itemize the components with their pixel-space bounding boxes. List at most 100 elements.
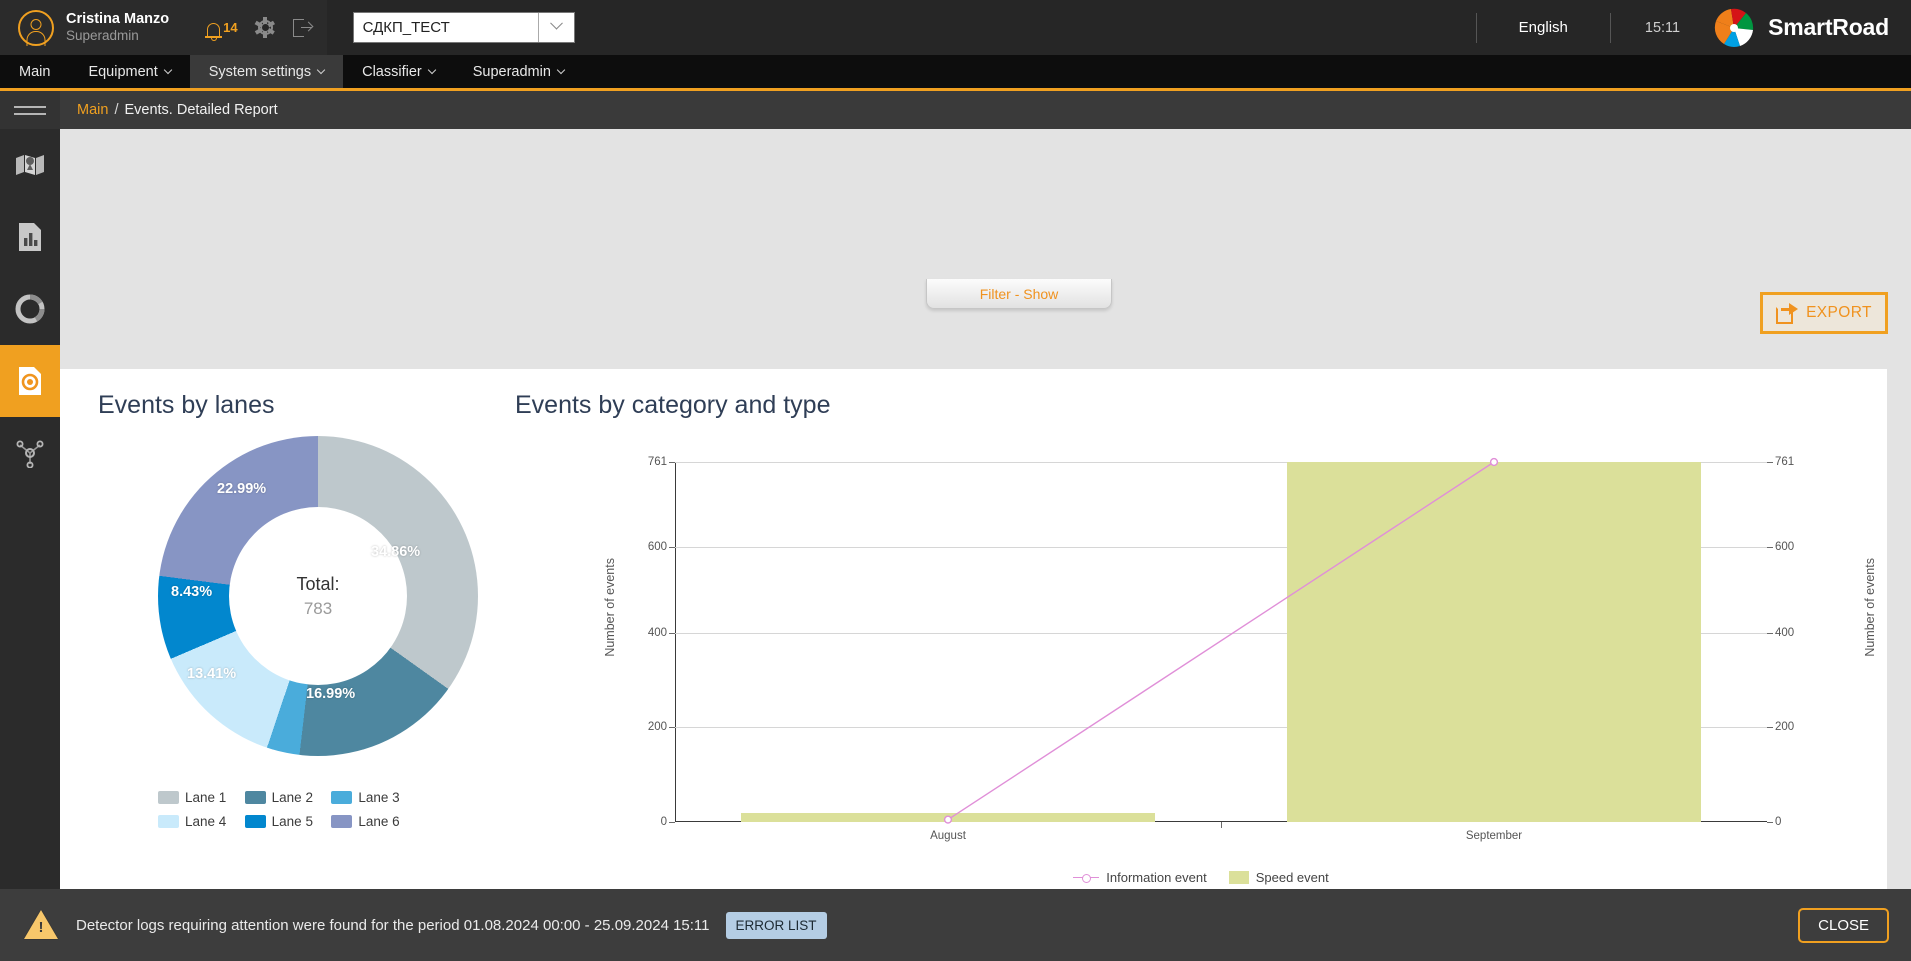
sidebar-item-bar-report[interactable] xyxy=(0,201,60,273)
donut-total-label: Total: xyxy=(296,573,340,594)
hamburger-icon xyxy=(14,105,46,108)
events-by-category-chart: Events by category and type Number of ev… xyxy=(515,369,1887,929)
legend-item[interactable]: Lane 5 xyxy=(244,814,332,829)
nav-item-superadmin[interactable]: Superadmin xyxy=(454,55,583,88)
bar-chart-report-icon xyxy=(19,223,41,251)
information-event-markers xyxy=(943,457,1499,824)
legend-item[interactable]: Lane 6 xyxy=(331,814,418,829)
main-content: Filter - Show EXPORT Events by lanes Tot… xyxy=(60,129,1911,961)
y-tick-label: 400 xyxy=(647,626,667,639)
header-right-group: English 15:11 SmartRoad xyxy=(1475,0,1911,55)
line-marker-icon xyxy=(1073,873,1100,883)
donut-slice-label: 16.99% xyxy=(306,686,356,702)
donut-slice-label: 13.41% xyxy=(187,666,237,682)
smartroad-logo-icon xyxy=(1714,8,1754,48)
export-button[interactable]: EXPORT xyxy=(1760,292,1888,334)
nav-item-classifier[interactable]: Classifier xyxy=(343,55,454,88)
project-select[interactable]: СДКП_ТЕСТ xyxy=(352,12,575,43)
filter-show-tab[interactable]: Filter - Show xyxy=(926,279,1112,309)
legend-item[interactable]: Lane 2 xyxy=(244,790,332,805)
sidebar-item-map[interactable] xyxy=(0,129,60,201)
nav-item-equipment[interactable]: Equipment xyxy=(69,55,189,88)
legend-label: Speed event xyxy=(1255,870,1329,885)
y-tick-label-right: 600 xyxy=(1775,540,1795,553)
logout-icon[interactable] xyxy=(292,18,313,37)
map-icon xyxy=(16,155,44,175)
user-profile-block[interactable]: Cristina Manzo Superadmin 14 xyxy=(0,0,327,55)
nav-item-label: Main xyxy=(19,63,51,80)
chevron-down-icon xyxy=(163,65,173,74)
avatar xyxy=(18,9,54,46)
x-tick-label: September xyxy=(1465,830,1523,842)
notifications-button[interactable]: 14 xyxy=(204,20,238,38)
legend-label: Lane 6 xyxy=(358,814,400,829)
y-tick-label: 761 xyxy=(647,456,667,468)
nav-item-main[interactable]: Main xyxy=(0,55,69,88)
hamburger-icon xyxy=(14,112,46,115)
close-button[interactable]: CLOSE xyxy=(1798,907,1889,943)
legend-swatch xyxy=(244,791,266,804)
chevron-down-icon xyxy=(556,65,566,74)
legend-item[interactable]: Lane 4 xyxy=(158,814,245,829)
breadcrumb-separator: / xyxy=(114,102,119,118)
nav-item-label: Classifier xyxy=(362,63,422,80)
chart-title: Events by category and type xyxy=(515,391,831,419)
charts-panel: Events by lanes Total: 783 34.86% 16.99%… xyxy=(60,369,1887,929)
legend-item[interactable]: Lane 1 xyxy=(158,790,245,805)
y-tick-label-right: 400 xyxy=(1775,626,1795,639)
warning-icon: ! xyxy=(24,910,58,940)
donut-chart-icon xyxy=(15,294,45,324)
user-name: Cristina Manzo xyxy=(66,11,170,28)
menu-toggle-button[interactable] xyxy=(0,91,60,129)
breadcrumb-current: Events. Detailed Report xyxy=(124,102,278,118)
chevron-down-icon xyxy=(316,65,326,74)
notification-bar: ! Detector logs requiring attention were… xyxy=(0,889,1911,961)
y-tick-label: 600 xyxy=(647,540,667,553)
user-role: Superadmin xyxy=(66,28,139,44)
user-names: Cristina Manzo Superadmin xyxy=(66,11,169,43)
nav-item-system-settings[interactable]: System settings xyxy=(189,55,344,88)
top-header-bar: Cristina Manzo Superadmin 14 СДКП_ТЕСТ E… xyxy=(0,0,1911,55)
legend-swatch xyxy=(331,815,353,828)
left-sidebar xyxy=(0,129,60,961)
legend-label: Information event xyxy=(1106,870,1207,885)
chart-title: Events by lanes xyxy=(98,391,275,419)
project-select-value: СДКП_ТЕСТ xyxy=(362,19,450,36)
legend-item-speed-event[interactable]: Speed event xyxy=(1228,870,1329,885)
plot-grid: 761 600 400 200 0 761 600 400 200 0 Augu… xyxy=(648,456,1794,842)
clock: 15:11 xyxy=(1644,19,1681,36)
gear-icon[interactable] xyxy=(255,17,276,38)
y-tick-label: 200 xyxy=(647,721,667,734)
donut-total-value: 783 xyxy=(303,598,333,618)
legend-swatch xyxy=(1228,871,1249,884)
legend-swatch xyxy=(244,815,266,828)
language-selector[interactable]: English xyxy=(1477,19,1610,36)
x-tick-label: August xyxy=(930,830,966,842)
events-by-lanes-chart: Events by lanes Total: 783 34.86% 16.99%… xyxy=(60,369,515,929)
export-icon xyxy=(1776,302,1799,324)
notification-count: 14 xyxy=(223,20,238,35)
detailed-report-icon xyxy=(19,367,41,395)
y-tick-label: 0 xyxy=(660,816,667,828)
legend-item-information-event[interactable]: Information event xyxy=(1073,870,1207,885)
breadcrumb: Main / Events. Detailed Report xyxy=(60,91,278,129)
bars-legend: Information event Speed event xyxy=(515,870,1887,885)
plot-area: Number of events Number of events 761 60… xyxy=(515,456,1887,885)
legend-label: Lane 3 xyxy=(358,790,400,805)
sidebar-item-donut-report[interactable] xyxy=(0,273,60,345)
breadcrumb-root-link[interactable]: Main xyxy=(77,102,108,118)
y-axis-label-right: Number of events xyxy=(1863,558,1877,657)
donut-slice-label: 22.99% xyxy=(217,481,267,497)
legend-label: Lane 4 xyxy=(185,814,227,829)
network-nodes-icon xyxy=(16,440,44,468)
main-navigation: Main Equipment System settings Classifie… xyxy=(0,55,1911,91)
export-button-label: EXPORT xyxy=(1806,304,1872,321)
breadcrumb-row: Main / Events. Detailed Report xyxy=(0,91,1911,129)
bell-icon xyxy=(204,22,222,38)
legend-item[interactable]: Lane 3 xyxy=(331,790,418,805)
sidebar-item-network[interactable] xyxy=(0,417,60,489)
nav-item-label: Superadmin xyxy=(472,63,551,80)
sidebar-item-detailed-report[interactable] xyxy=(0,345,60,417)
legend-swatch xyxy=(331,791,353,804)
error-list-button[interactable]: ERROR LIST xyxy=(725,911,827,939)
